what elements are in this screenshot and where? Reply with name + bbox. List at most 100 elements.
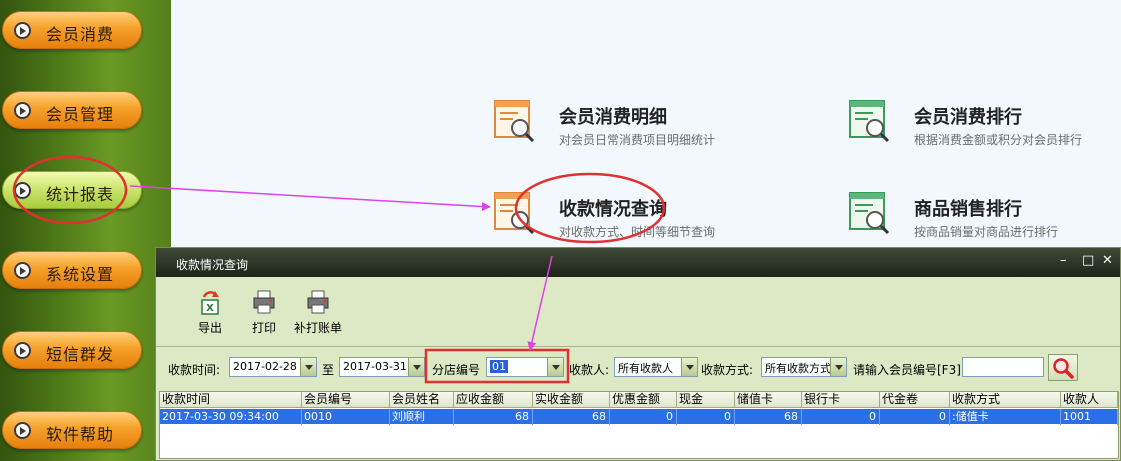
date-from-picker[interactable]: 2017-02-28 xyxy=(229,357,317,377)
reprint-bill-label: 补打账单 xyxy=(293,321,342,335)
tile-member-consumption-ranking[interactable]: 会员消费排行 根据消费金额或积分对会员排行 xyxy=(848,99,1108,149)
report-search-icon xyxy=(494,192,535,235)
tile-title: 收款情况查询 xyxy=(559,199,667,220)
table-cell: 2017-03-30 09:34:00 xyxy=(160,409,302,425)
dialog-title: 收款情况查询 xyxy=(176,258,249,272)
svg-text:X: X xyxy=(206,303,214,314)
sidebar-item-label: 会员管理 xyxy=(46,105,115,124)
branch-label: 分店编号 xyxy=(432,363,481,377)
excel-export-icon: X xyxy=(201,291,219,315)
column-header[interactable]: 收款时间 xyxy=(160,392,302,408)
chevron-down-icon[interactable] xyxy=(547,358,563,376)
sidebar-item-software-help[interactable]: 软件帮助 xyxy=(2,411,142,449)
tile-member-consumption-detail[interactable]: 会员消费明细 对会员日常消费项目明细统计 xyxy=(493,99,753,149)
table-cell: 0 xyxy=(610,409,677,425)
column-header[interactable]: 应收金额 xyxy=(454,392,533,408)
play-icon xyxy=(14,342,31,359)
dialog-titlebar[interactable]: 收款情况查询 – □ ✕ xyxy=(156,248,1120,277)
column-header[interactable]: 实收金额 xyxy=(533,392,610,408)
table-cell: 0 xyxy=(677,409,735,425)
play-icon xyxy=(14,422,31,439)
sidebar-item-sms-broadcast[interactable]: 短信群发 xyxy=(2,331,142,369)
sidebar-item-statistics-reports[interactable]: 统计报表 xyxy=(2,171,142,209)
filter-bar: 收款时间: 2017-02-28 至 2017-03-31 分店编号 01 收款… xyxy=(156,348,1120,390)
chevron-down-icon[interactable] xyxy=(408,358,424,376)
cashier-label: 收款人: xyxy=(569,363,610,377)
column-header[interactable]: 收款人 xyxy=(1061,392,1118,408)
sidebar-item-system-settings[interactable]: 系统设置 xyxy=(2,251,142,289)
print-button[interactable]: 打印 xyxy=(238,289,290,339)
cashier-select[interactable]: 所有收款人 xyxy=(614,357,698,377)
date-to-value: 2017-03-31 xyxy=(343,360,407,373)
report-search-icon xyxy=(494,100,535,143)
sidebar-item-label: 软件帮助 xyxy=(46,425,115,444)
column-header[interactable]: 收款方式 xyxy=(950,392,1061,408)
export-label: 导出 xyxy=(197,321,222,335)
dialog-toolbar: X 导出 打印 补打账单 xyxy=(156,277,1120,347)
payment-table: 收款时间 会员编号 会员姓名 应收金额 实收金额 优惠金额 现金 储值卡 银行卡… xyxy=(159,391,1119,459)
branch-value: 01 xyxy=(490,360,508,373)
sidebar: 会员消费 会员管理 统计报表 系统设置 短信群发 软件帮助 xyxy=(0,0,171,461)
printer-icon xyxy=(307,290,329,314)
date-from-value: 2017-02-28 xyxy=(233,360,297,373)
reprint-bill-button[interactable]: 补打账单 xyxy=(292,289,344,339)
table-cell: 0010 xyxy=(302,409,390,425)
member-id-prompt: 请输入会员编号[F3] xyxy=(853,363,961,377)
play-icon xyxy=(14,22,31,39)
table-header: 收款时间 会员编号 会员姓名 应收金额 实收金额 优惠金额 现金 储值卡 银行卡… xyxy=(160,392,1118,408)
column-header[interactable]: 银行卡 xyxy=(802,392,880,408)
payment-method-label: 收款方式: xyxy=(701,363,754,377)
close-icon[interactable]: ✕ xyxy=(1102,253,1113,268)
column-header[interactable]: 代金卷 xyxy=(880,392,950,408)
sidebar-item-member-management[interactable]: 会员管理 xyxy=(2,91,142,129)
member-id-input[interactable] xyxy=(962,357,1044,377)
tile-title: 商品销售排行 xyxy=(914,199,1022,220)
chevron-down-icon[interactable] xyxy=(300,358,316,376)
column-header[interactable]: 会员姓名 xyxy=(390,392,454,408)
minimize-icon[interactable]: – xyxy=(1060,253,1067,268)
sidebar-item-label: 系统设置 xyxy=(46,265,115,284)
play-icon xyxy=(14,182,31,199)
report-search-icon xyxy=(849,192,890,235)
column-header[interactable]: 储值卡 xyxy=(735,392,802,408)
table-cell: :储值卡 xyxy=(950,409,1061,425)
branch-select[interactable]: 01 xyxy=(486,357,564,377)
tile-product-sales-ranking[interactable]: 商品销售排行 按商品销量对商品进行排行 xyxy=(848,191,1108,241)
table-cell: 0 xyxy=(880,409,950,425)
table-cell: 68 xyxy=(454,409,533,425)
chevron-down-icon[interactable] xyxy=(830,358,846,376)
export-button[interactable]: X 导出 xyxy=(184,289,236,339)
sidebar-item-label: 会员消费 xyxy=(46,25,115,44)
payment-method-value: 所有收款方式 xyxy=(765,362,831,375)
play-icon xyxy=(14,262,31,279)
sidebar-item-label: 短信群发 xyxy=(46,345,115,364)
chevron-down-icon[interactable] xyxy=(681,358,697,376)
table-cell: 刘顺利 xyxy=(390,409,454,425)
date-to-picker[interactable]: 2017-03-31 xyxy=(339,357,425,377)
table-cell: 68 xyxy=(735,409,802,425)
tile-description: 对收款方式、时间等细节查询 xyxy=(559,225,716,239)
tile-payment-query[interactable]: 收款情况查询 对收款方式、时间等细节查询 xyxy=(493,191,753,241)
table-cell: 0 xyxy=(802,409,880,425)
cashier-value: 所有收款人 xyxy=(618,362,673,375)
column-header[interactable]: 会员编号 xyxy=(302,392,390,408)
tile-title: 会员消费明细 xyxy=(559,107,667,128)
tile-title: 会员消费排行 xyxy=(914,107,1022,128)
to-label: 至 xyxy=(322,363,335,377)
report-search-icon xyxy=(849,100,890,143)
print-label: 打印 xyxy=(251,321,276,335)
sidebar-item-label: 统计报表 xyxy=(46,185,115,204)
maximize-icon[interactable]: □ xyxy=(1082,253,1094,268)
play-icon xyxy=(14,102,31,119)
tile-description: 对会员日常消费项目明细统计 xyxy=(559,133,716,147)
search-button[interactable] xyxy=(1048,354,1078,381)
column-header[interactable]: 优惠金额 xyxy=(610,392,677,408)
printer-icon xyxy=(253,290,275,314)
table-cell: 68 xyxy=(533,409,610,425)
tile-description: 按商品销量对商品进行排行 xyxy=(914,225,1059,239)
table-row[interactable]: 2017-03-30 09:34:00 0010 刘顺利 68 68 0 0 6… xyxy=(160,409,1118,425)
payment-time-label: 收款时间: xyxy=(168,363,221,377)
payment-method-select[interactable]: 所有收款方式 xyxy=(761,357,847,377)
sidebar-item-member-consumption[interactable]: 会员消费 xyxy=(2,11,142,49)
column-header[interactable]: 现金 xyxy=(677,392,735,408)
